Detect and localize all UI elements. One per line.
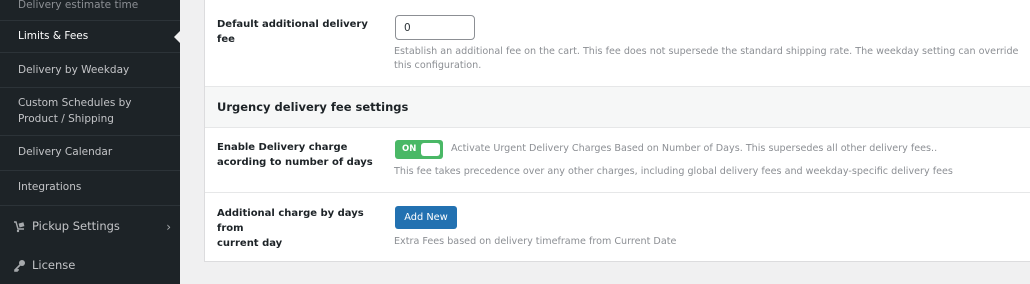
default-fee-description-line: Establish an additional fee on the cart.… — [394, 46, 1019, 57]
key-icon — [12, 258, 26, 272]
sidebar-item-delivery-calendar[interactable]: Delivery Calendar — [0, 136, 180, 171]
default-fee-label: Default additional delivery fee — [217, 19, 368, 45]
default-fee-input[interactable]: 0 — [395, 15, 475, 40]
enable-charge-description: This fee takes precedence over any other… — [394, 166, 953, 177]
additional-charge-description: Extra Fees based on delivery timeframe f… — [394, 236, 677, 247]
sidebar-item-label: Limits & Fees — [18, 29, 89, 42]
default-fee-row: Default additional delivery fee 0 Establ… — [205, 0, 1030, 86]
toggle-description: Activate Urgent Delivery Charges Based o… — [451, 143, 938, 154]
sidebar-item-integrations[interactable]: Integrations — [0, 171, 180, 206]
additional-charge-label-line: Additional charge by days from — [217, 208, 364, 234]
sidebar-item-label: Integrations — [18, 181, 82, 194]
sidebar-menu-label: License — [32, 258, 76, 272]
sidebar-item-delivery-by-weekday[interactable]: Delivery by Weekday — [0, 54, 180, 88]
sidebar-menu-pickup-settings[interactable]: Pickup Settings › — [0, 207, 180, 245]
additional-charge-label: Additional charge by days from current d… — [217, 206, 377, 251]
sidebar-menu-label: Pickup Settings — [32, 219, 120, 233]
sidebar-item-limits-fees[interactable]: Limits & Fees — [0, 21, 180, 53]
settings-panel: Default additional delivery fee 0 Establ… — [204, 0, 1030, 262]
add-new-button[interactable]: Add New — [395, 206, 457, 229]
enable-charge-label-line: Enable Delivery charge — [217, 142, 348, 153]
sidebar-item-delivery-estimate-time[interactable]: Delivery estimate time — [0, 0, 180, 21]
additional-charge-label-line: current day — [217, 238, 283, 249]
toggle-knob — [421, 143, 440, 156]
enable-charge-label-line: acording to number of days — [217, 157, 373, 168]
sidebar-item-label: Delivery estimate time — [18, 0, 139, 11]
additional-charge-row: Additional charge by days from current d… — [205, 193, 1030, 262]
current-page-arrow-icon — [174, 30, 180, 43]
toggle-on-label: ON — [402, 144, 417, 154]
sidebar-item-label: Delivery by Weekday — [18, 63, 130, 76]
sidebar-menu-license[interactable]: License — [0, 246, 180, 284]
sidebar-item-label: Custom Schedules by Product / Shipping — [18, 97, 132, 125]
enable-charge-label: Enable Delivery charge acording to numbe… — [217, 140, 377, 170]
admin-sidebar: Delivery estimate time Limits & Fees Del… — [0, 0, 180, 284]
urgency-section-header: Urgency delivery fee settings — [205, 86, 1030, 128]
default-fee-description: Establish an additional fee on the cart.… — [394, 45, 1018, 74]
urgency-section-title: Urgency delivery fee settings — [217, 100, 409, 114]
default-fee-description-line: this configuration. — [394, 60, 482, 72]
enable-charge-row: Enable Delivery charge acording to numbe… — [205, 128, 1030, 193]
urgent-charges-toggle[interactable]: ON — [395, 140, 443, 159]
sidebar-item-custom-schedules[interactable]: Custom Schedules by Product / Shipping — [0, 88, 180, 136]
sidebar-item-label: Delivery Calendar — [18, 146, 113, 159]
pickup-icon — [12, 219, 26, 233]
chevron-right-icon: › — [166, 220, 171, 234]
